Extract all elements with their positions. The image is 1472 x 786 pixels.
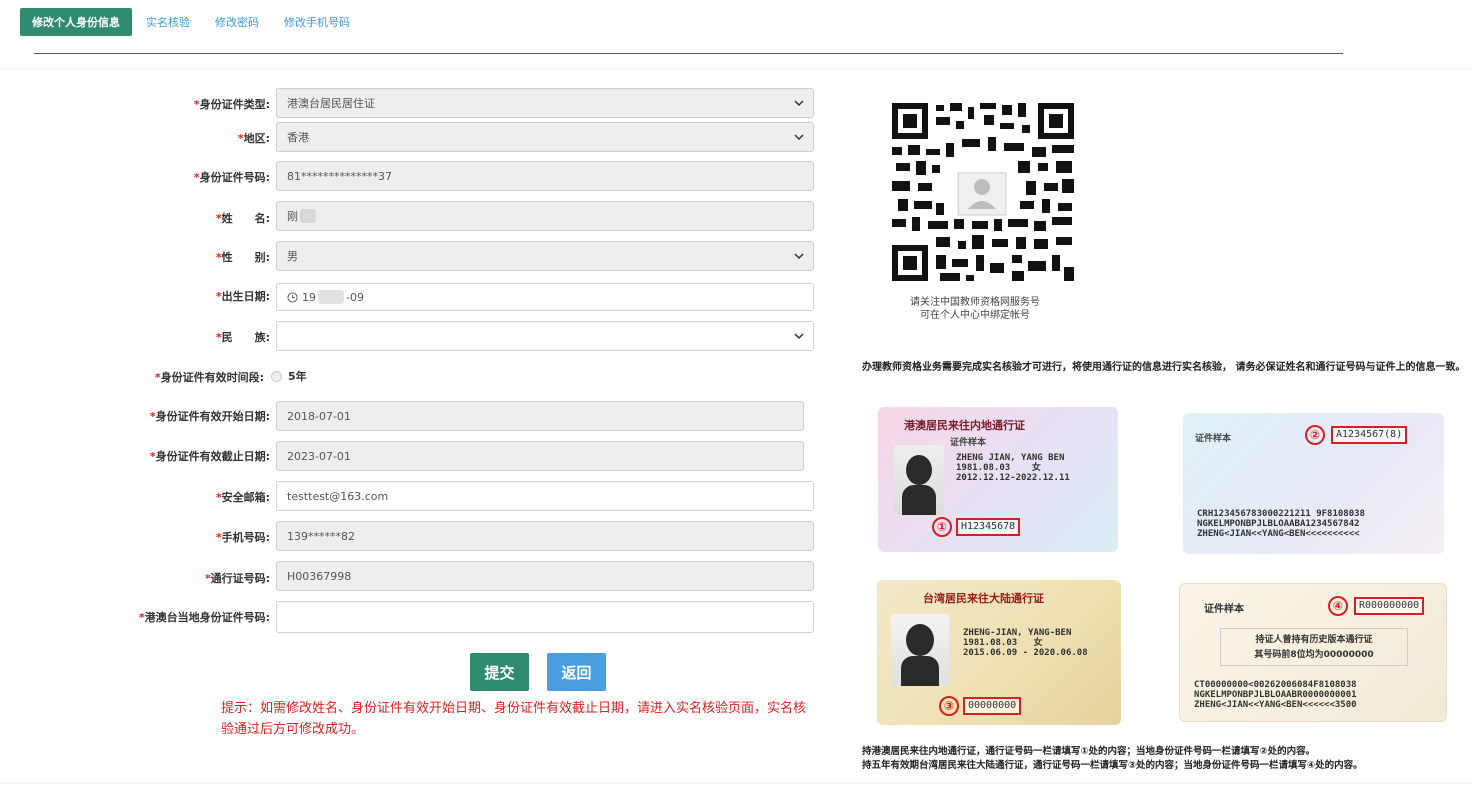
local-id-label: *港澳台当地身份证件号码: [138,611,270,624]
card-title: 港澳居民来往内地通行证 [904,419,1025,432]
end-date-label: *身份证件有效截止日期: [149,450,270,463]
hk-permit-front-image: 港澳居民来往内地通行证 证件样本 ZHENG JIAN, YANG BEN 19… [878,407,1118,552]
history-note-line: 其号码前8位均为00000000 [1254,650,1374,660]
hint-text: 提示：如需修改姓名、身份证件有效开始日期、身份证件有效截止日期，请进入实名核验页… [221,701,807,737]
validity-radio[interactable]: 5年 [271,368,307,384]
card-info-text: ZHENG-JIAN, YANG-BEN 1981.08.03 女 2015.0… [963,628,1088,658]
phone-field[interactable]: 139******82 [276,521,814,551]
permit-number-box: 00000000 [963,697,1022,715]
bottom-divider [0,783,1472,784]
tab-divider [34,53,1343,54]
verification-notice: 办理教师资格业务需要完成实名核验才可进行，将使用通行证的信息进行实名核验， 请务… [862,362,1466,373]
card-sample-label: 证件样本 [1195,434,1232,444]
name-label: *姓 名: [215,212,270,225]
portrait-photo [894,445,944,515]
gender-select[interactable]: 男 [276,241,814,271]
qr-caption-line: 请关注中国教师资格网服务号 [910,297,1040,308]
history-note: 持证人曾持有历史版本通行证 其号码前8位均为00000000 [1220,628,1408,666]
card-title: 台湾居民来往大陆通行证 [923,592,1044,605]
mrz-line: CT00000000<00262006084F8108038 [1194,680,1357,690]
marker-2: ② [1305,425,1325,445]
local-id-number-box: R000000000 [1354,597,1425,615]
name-field[interactable]: 刚 [276,201,814,231]
region-select[interactable]: 香港 [276,122,814,152]
id-type-label: *身份证件类型: [193,98,270,111]
portrait-photo [891,614,949,686]
permit-field[interactable]: H00367998 [276,561,814,591]
gender-label: *性 别: [215,251,270,264]
mrz-line: NGKELMPONBPJLBLOAABA1234567842 [1197,519,1360,529]
chevron-down-icon [794,333,804,340]
marker-4: ④ [1328,596,1348,616]
id-type-select[interactable]: 港澳台居民居住证 [276,88,814,118]
radio-icon[interactable] [271,370,282,382]
qr-caption: 请关注中国教师资格网服务号 可在个人中心中绑定帐号 [880,296,1070,322]
end-date-field[interactable]: 2023-07-01 [276,441,804,471]
phone-label: *手机号码: [215,531,270,544]
redacted-blur [318,290,344,304]
email-field[interactable]: testtest@163.com [276,481,814,511]
start-date-field[interactable]: 2018-07-01 [276,401,804,431]
birth-label: *出生日期: [215,290,270,303]
marker-1: ① [932,517,952,537]
permit-label: *通行证号码: [204,572,270,585]
marker-3: ③ [939,696,959,716]
mrz-line: ZHENG<JIAN<<YANG<BEN<<<<<<<<<< [1197,529,1360,539]
birth-date-field[interactable]: 19 -09 [276,283,814,311]
permit-number-box: H12345678 [956,518,1021,536]
id-number-label: *身份证件号码: [193,171,270,184]
card-sample-label: 证件样本 [1204,604,1244,615]
back-button[interactable]: 返回 [547,653,606,691]
tab-change-password[interactable]: 修改密码 [215,14,259,30]
mrz-line: CRH123456783000221211 9F8108038 [1197,509,1365,519]
tab-realname-verify[interactable]: 实名核验 [146,14,190,30]
chevron-down-icon [794,134,804,141]
footer-instructions: 持港澳居民来往内地通行证，通行证号码一栏请填写①处的内容；当地身份证件号码一栏请… [862,745,1472,773]
tab-bar: 修改个人身份信息 实名核验 修改密码 修改手机号码 [20,8,375,36]
card-info-text: ZHENG JIAN, YANG BEN 1981.08.03 女 2012.1… [956,453,1070,483]
chevron-down-icon [794,253,804,260]
ethnic-label: *民 族: [215,331,270,344]
mrz-line: ZHENG<JIAN<<YANG<BEN<<<<<<3500 [1194,700,1357,710]
submit-button[interactable]: 提交 [470,653,529,691]
ethnic-select[interactable] [276,321,814,351]
local-id-input[interactable] [276,601,814,633]
mrz-line: NGKELMPONBPJLBLOAABR0000000001 [1194,690,1357,700]
validity-label: *身份证件有效时间段: [154,371,264,384]
local-id-number-box: A1234567(8) [1331,426,1408,444]
section-divider [0,68,1472,69]
chevron-down-icon [794,100,804,107]
start-date-label: *身份证件有效开始日期: [149,410,270,423]
tw-permit-back-image: 证件样本 ④ R000000000 持证人曾持有历史版本通行证 其号码前8位均为… [1179,583,1447,722]
email-label: *安全邮箱: [215,491,270,504]
footer-line: 持五年有效期台湾居民来往大陆通行证，通行证号码一栏请填写③处的内容；当地身份证件… [862,760,1363,771]
qr-code [892,103,1074,281]
tab-edit-identity[interactable]: 修改个人身份信息 [20,8,132,36]
region-label: *地区: [237,132,270,145]
footer-line: 持港澳居民来往内地通行证，通行证号码一栏请填写①处的内容；当地身份证件号码一栏请… [862,746,1316,757]
clock-icon [287,291,298,303]
redacted-blur [300,209,316,223]
qr-caption-line: 可在个人中心中绑定帐号 [920,310,1030,321]
id-number-field[interactable]: 81**************37 [276,161,814,191]
tab-change-phone[interactable]: 修改手机号码 [284,14,350,30]
tw-permit-front-image: 台湾居民来往大陆通行证 ZHENG-JIAN, YANG-BEN 1981.08… [877,580,1121,725]
hk-permit-back-image: 证件样本 ② A1234567(8) CRH123456783000221211… [1183,413,1444,554]
card-sample-label: 证件样本 [950,438,987,448]
history-note-line: 持证人曾持有历史版本通行证 [1255,635,1373,645]
